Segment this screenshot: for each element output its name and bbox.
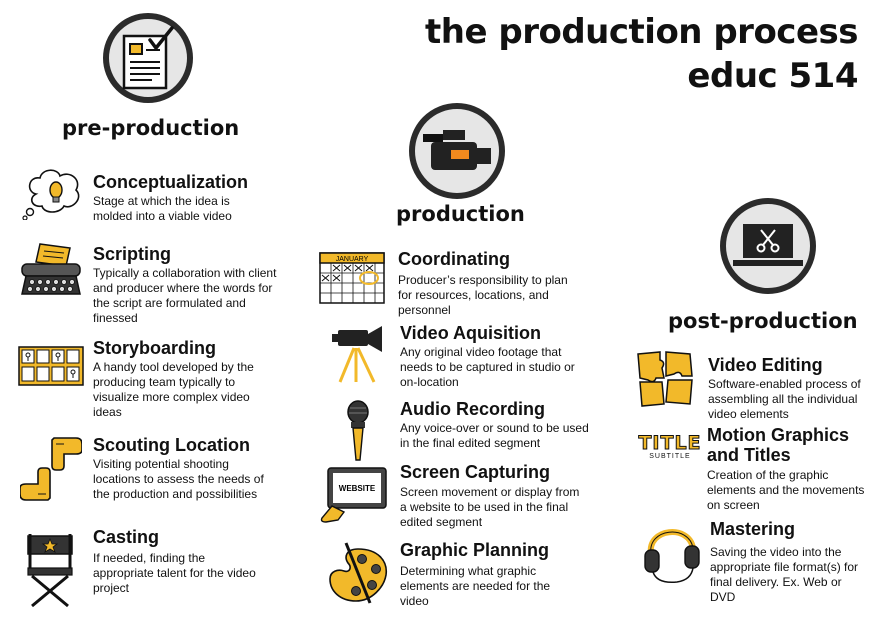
camera-tripod-icon [330, 322, 386, 384]
step-desc-scouting-location: Visiting potential shooting locations to… [93, 457, 264, 501]
step-desc-audio-recording: Any voice-over or sound to be used in th… [400, 421, 589, 450]
step-title-casting: Casting [93, 527, 160, 547]
director-chair-icon [24, 530, 76, 608]
step-title-motion-graphics: Motion Graphics and Titles [707, 425, 850, 465]
step-desc-mastering: Saving the video into the appropriate fi… [710, 545, 859, 604]
step-desc-storyboarding: A handy tool developed by the producing … [93, 360, 254, 419]
step-title-coordinating: Coordinating [398, 249, 510, 269]
checklist-document-icon [122, 26, 174, 90]
video-camera-icon [423, 130, 491, 170]
calendar-month-label: JANUARY [336, 256, 369, 263]
subtitle-icon-word: SUBTITLE [649, 453, 691, 460]
storyboard-icon [18, 346, 84, 386]
phase-label-post: post-production [668, 309, 858, 333]
laptop-scissors-icon [733, 224, 803, 266]
title-text-icon: TITLE SUBTITLE [638, 432, 702, 461]
step-desc-casting: If needed, finding the appropriate talen… [93, 551, 256, 595]
website-screen-icon: WEBSITE [318, 466, 390, 524]
step-desc-screen-capturing: Screen movement or display from a websit… [400, 485, 580, 529]
step-title-audio-recording: Audio Recording [400, 399, 545, 419]
paint-palette-icon [326, 541, 392, 607]
step-title-scripting: Scripting [93, 244, 172, 264]
step-desc-coordinating: Producer’s responsibility to plan for re… [398, 273, 568, 317]
step-title-video-editing: Video Editing [708, 355, 823, 375]
step-desc-video-aquisition: Any original video footage that needs to… [400, 345, 575, 389]
step-title-video-aquisition: Video Aquisition [400, 323, 542, 343]
step-title-mastering: Mastering [710, 519, 796, 539]
step-desc-scripting: Typically a collaboration with client an… [93, 266, 277, 325]
production-circle [409, 103, 505, 199]
frame-hands-icon [20, 436, 82, 502]
website-screen-label: WEBSITE [339, 484, 376, 493]
lightbulb-thought-icon [22, 168, 84, 220]
typewriter-icon [18, 242, 84, 298]
phase-label-pre: pre-production [62, 116, 240, 140]
title-icon-word: TITLE [638, 432, 702, 455]
microphone-icon [344, 400, 372, 462]
step-desc-graphic-planning: Determining what graphic elements are ne… [400, 564, 551, 608]
step-desc-conceptualization: Stage at which the idea is molded into a… [93, 194, 232, 223]
step-title-scouting-location: Scouting Location [93, 435, 250, 455]
puzzle-icon [636, 350, 694, 408]
step-title-storyboarding: Storyboarding [93, 338, 217, 358]
step-desc-motion-graphics: Creation of the graphic elements and the… [707, 468, 865, 512]
step-title-screen-capturing: Screen Capturing [400, 462, 551, 482]
calendar-icon: JANUARY [318, 251, 388, 305]
step-title-conceptualization: Conceptualization [93, 172, 249, 192]
headphones-icon [643, 518, 703, 586]
page-title: the production process [425, 12, 858, 52]
step-title-graphic-planning: Graphic Planning [400, 540, 550, 560]
post-production-circle [720, 198, 816, 294]
phase-label-production: production [396, 202, 525, 226]
pre-production-circle [103, 13, 193, 103]
page-subtitle: educ 514 [687, 56, 858, 96]
step-desc-video-editing: Software-enabled process of assembling a… [708, 377, 861, 421]
